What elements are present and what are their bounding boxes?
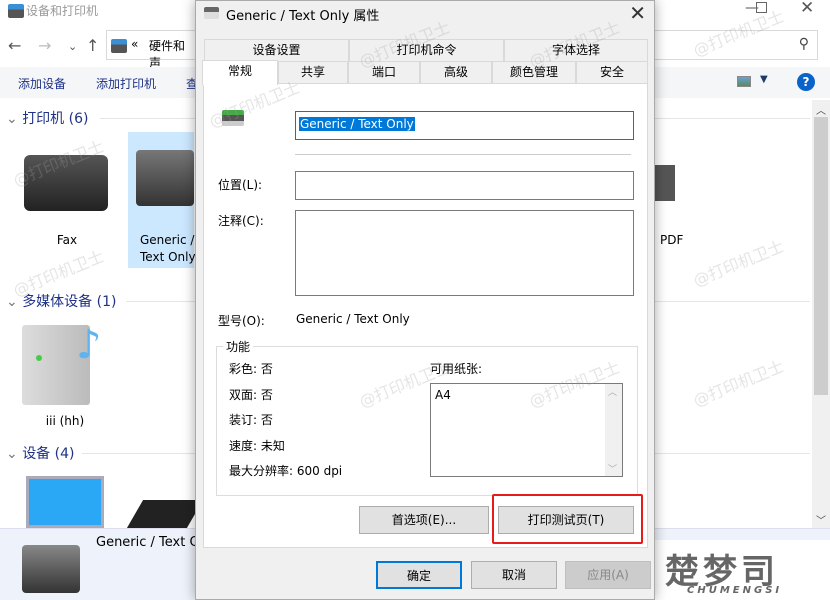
printer-icon (204, 7, 219, 19)
tab-device-settings[interactable]: 设备设置 (204, 39, 349, 61)
details-printer-icon (22, 545, 80, 593)
music-note-icon: ♪ (76, 322, 102, 368)
tab-advanced[interactable]: 高级 (420, 61, 492, 83)
address-text: 硬件和声 (149, 39, 186, 70)
feature-color: 彩色: 否 (229, 362, 273, 376)
apply-button[interactable]: 应用(A) (565, 561, 651, 589)
forward-button[interactable]: → (38, 36, 51, 55)
add-printer-button[interactable]: 添加打印机 (96, 75, 156, 92)
back-button[interactable]: ← (8, 36, 21, 55)
scrollbar-thumb[interactable] (814, 117, 828, 395)
tab-general[interactable]: 常规 (202, 60, 278, 85)
logo-subtext: CHUMENGSI (687, 585, 783, 596)
paper-list-scrollbar[interactable]: ︿ ﹀ (605, 384, 622, 476)
maximize-button[interactable] (756, 2, 767, 13)
watermark: @打印机卫士 (690, 356, 787, 411)
device-fax[interactable]: Fax (22, 233, 112, 247)
printer-icon (222, 110, 244, 126)
paper-item[interactable]: A4 (435, 388, 451, 402)
device-generic-selected[interactable]: Generic / Text Only (128, 132, 196, 268)
paper-label: 可用纸张: (430, 362, 483, 376)
preferences-button[interactable]: 首选项(E)... (359, 506, 489, 534)
cancel-button[interactable]: 取消 (471, 561, 557, 589)
dialog-title: Generic / Text Only 属性 (226, 9, 380, 24)
search-input[interactable]: ⚲ (655, 30, 818, 60)
printer-name-value: Generic / Text Only (299, 117, 415, 131)
feature-duplex: 双面: 否 (229, 388, 273, 402)
highlight-box (492, 494, 643, 544)
tab-ports[interactable]: 端口 (348, 61, 420, 83)
model-value: Generic / Text Only (296, 312, 410, 326)
devices-printers-icon (8, 4, 24, 18)
help-icon[interactable]: ? (797, 73, 815, 91)
up-button[interactable]: ↑ (86, 36, 99, 55)
scroll-up-arrow[interactable]: ︿ (816, 102, 826, 117)
tab-sharing[interactable]: 共享 (278, 61, 348, 83)
section-devices[interactable]: ⌄ 设备 (4) (6, 443, 74, 463)
details-device-name: Generic / Text O (96, 535, 200, 550)
printer-icon (136, 150, 194, 206)
divider (295, 154, 631, 155)
tab-security[interactable]: 安全 (576, 61, 648, 83)
tab-panel-general: Generic / Text Only 位置(L): 注释(C): 型号(O):… (203, 83, 648, 548)
fax-icon[interactable] (24, 155, 108, 211)
close-button[interactable]: ✕ (800, 0, 814, 18)
feature-resolution: 最大分辨率: 600 dpi (229, 464, 343, 478)
section-multimedia[interactable]: ⌄ 多媒体设备 (1) (6, 291, 116, 311)
comment-input[interactable] (295, 210, 634, 296)
watermark: @打印机卫士 (690, 236, 787, 291)
address-bar[interactable]: « 硬件和声 (106, 30, 196, 70)
device-pdf[interactable]: PDF (660, 233, 683, 247)
printer-name-input[interactable]: Generic / Text Only (295, 111, 634, 140)
add-device-button[interactable]: 添加设备 (18, 75, 66, 92)
comment-label: 注释(C): (218, 214, 264, 228)
section-printers[interactable]: ⌄ 打印机 (6) (6, 108, 88, 128)
view-icon[interactable] (737, 76, 751, 87)
search-icon: ⚲ (798, 36, 809, 52)
tab-printer-commands[interactable]: 打印机命令 (349, 39, 504, 61)
properties-dialog: Generic / Text Only 属性 ✕ 设备设置 打印机命令 字体选择… (195, 0, 655, 600)
ok-button[interactable]: 确定 (376, 561, 462, 589)
close-button[interactable]: ✕ (629, 1, 646, 25)
monitor-icon[interactable] (26, 476, 104, 528)
location-label: 位置(L): (218, 178, 263, 192)
location-input[interactable] (295, 171, 634, 200)
scroll-down-arrow[interactable]: ﹀ (816, 512, 826, 527)
window-title: 设备和打印机 (26, 4, 99, 18)
tab-color-management[interactable]: 颜色管理 (492, 61, 576, 83)
features-title: 功能 (223, 338, 254, 355)
recent-dropdown[interactable]: ⌄ (68, 40, 77, 53)
logo: 楚梦司 CHUMENGSI (655, 540, 830, 600)
model-label: 型号(O): (218, 314, 265, 328)
address-overflow[interactable]: « (131, 37, 138, 51)
feature-staple: 装订: 否 (229, 413, 273, 427)
device-iii[interactable]: iii (hh) (20, 414, 110, 428)
view-dropdown[interactable]: ▼ (760, 74, 768, 85)
pdf-printer-icon[interactable] (655, 165, 675, 201)
tab-font-selection[interactable]: 字体选择 (504, 39, 648, 61)
feature-speed: 速度: 未知 (229, 439, 285, 453)
paper-list[interactable]: A4 ︿ ﹀ (430, 383, 623, 477)
control-panel-icon (111, 39, 127, 53)
keyboard-icon[interactable] (126, 500, 204, 528)
